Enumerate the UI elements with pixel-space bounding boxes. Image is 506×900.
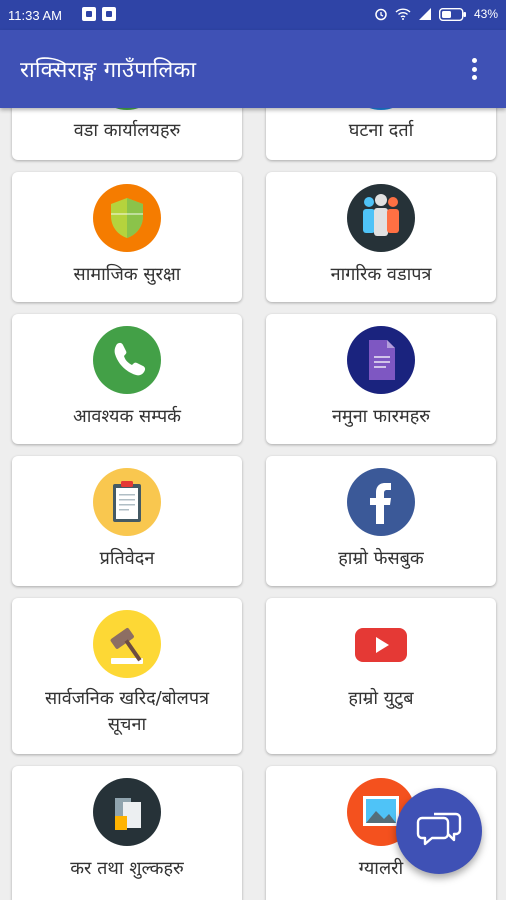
phone-icon: [93, 326, 161, 394]
card-label: सामाजिक सुरक्षा: [73, 264, 181, 285]
office-icon: [93, 108, 161, 110]
facebook-icon: [347, 468, 415, 536]
youtube-icon: [347, 610, 415, 678]
card-label: हाम्रो फेसबुक: [338, 548, 424, 569]
card-taxes-fees[interactable]: कर तथा शुल्कहरु: [12, 766, 242, 900]
card-public-procurement[interactable]: सार्वजनिक खरिद/बोलपत्र सूचना: [12, 598, 242, 754]
form-icon: [347, 326, 415, 394]
card-label: नमुना फारमहरु: [331, 406, 431, 427]
card-label: सार्वजनिक खरिद/बोलपत्र: [44, 688, 210, 709]
status-bar: 11:33 AM 43%: [0, 0, 506, 30]
status-time: 11:33 AM: [8, 8, 62, 23]
shield-icon: [93, 184, 161, 252]
card-label-line2: सूचना: [107, 714, 147, 735]
card-important-contacts[interactable]: आवश्यक सम्पर्क: [12, 314, 242, 444]
clipboard-icon: [93, 468, 161, 536]
card-facebook[interactable]: हाम्रो फेसबुक: [266, 456, 496, 586]
chat-icon: [416, 812, 462, 846]
card-sample-forms[interactable]: नमुना फारमहरु: [266, 314, 496, 444]
chat-button[interactable]: [396, 788, 482, 874]
wifi-icon: [395, 8, 411, 20]
signal-icon: [418, 8, 431, 20]
card-label: नागरिक वडापत्र: [330, 264, 432, 285]
menu-grid: वडा कार्यालयहरु घटना दर्ता सामाजिक सुरक्…: [0, 108, 506, 900]
overflow-menu-icon[interactable]: [464, 54, 484, 84]
page-title: राक्सिराङ्ग गाउँपालिका: [20, 58, 197, 83]
card-reports[interactable]: प्रतिवेदन: [12, 456, 242, 586]
alarm-icon: [375, 8, 387, 21]
battery-icon: [438, 7, 466, 21]
card-social-security[interactable]: सामाजिक सुरक्षा: [12, 172, 242, 302]
notification-icon: [82, 7, 96, 21]
notification-icon: [102, 7, 116, 21]
register-icon: [347, 108, 415, 110]
card-ward-offices[interactable]: वडा कार्यालयहरु: [12, 108, 242, 160]
gavel-icon: [93, 610, 161, 678]
card-label: कर तथा शुल्कहरु: [70, 858, 184, 879]
people-icon: [347, 184, 415, 252]
card-event-registration[interactable]: घटना दर्ता: [266, 108, 496, 160]
card-youtube[interactable]: हाम्रो युटुब: [266, 598, 496, 754]
card-label: आवश्यक सम्पर्क: [73, 406, 181, 427]
status-indicators: 43%: [374, 7, 498, 21]
card-label: घटना दर्ता: [348, 120, 414, 141]
battery-percent: 43%: [473, 7, 498, 21]
card-label: हाम्रो युटुब: [348, 688, 414, 709]
app-bar: राक्सिराङ्ग गाउँपालिका: [0, 30, 506, 108]
card-label: प्रतिवेदन: [99, 548, 155, 569]
tax-documents-icon: [93, 778, 161, 846]
card-citizen-charter[interactable]: नागरिक वडापत्र: [266, 172, 496, 302]
card-label: वडा कार्यालयहरु: [73, 120, 181, 141]
